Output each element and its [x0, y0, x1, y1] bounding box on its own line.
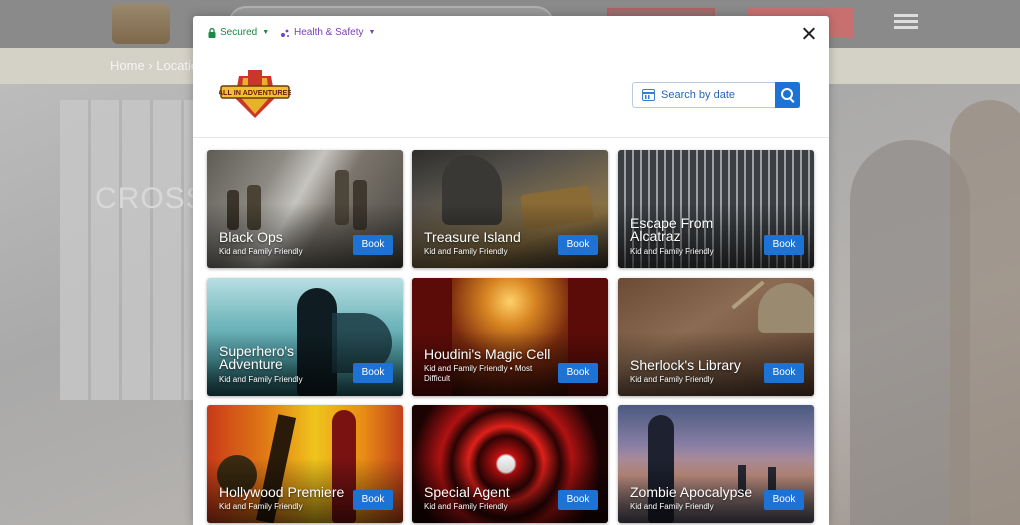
lock-icon	[208, 27, 216, 38]
room-card-zombie-apocalypse[interactable]: Zombie Apocalypse Kid and Family Friendl…	[618, 405, 814, 523]
hero-sign-text: CROSS	[95, 182, 207, 215]
room-title: Escape From Alcatraz	[630, 215, 714, 244]
room-card-houdinis-magic-cell[interactable]: Houdini's Magic Cell Kid and Family Frie…	[412, 278, 608, 396]
brand-logo-text: ALL IN ADVENTURES	[219, 88, 291, 97]
secured-label: Secured	[220, 27, 258, 38]
book-button[interactable]: Book	[764, 363, 804, 383]
close-icon[interactable]	[801, 26, 817, 42]
room-subtitle: Kid and Family Friendly	[424, 502, 508, 511]
room-title: Special Agent	[424, 484, 510, 500]
room-card-hollywood-premiere[interactable]: Hollywood Premiere Kid and Family Friend…	[207, 405, 403, 523]
health-safety-dropdown[interactable]: Health & Safety ▼	[280, 27, 375, 38]
book-button[interactable]: Book	[558, 235, 598, 255]
book-button[interactable]: Book	[353, 490, 393, 510]
booking-modal: Secured ▼ Health & Safety ▼ ALL IN ADVEN…	[193, 16, 829, 525]
room-title: Zombie Apocalypse	[630, 484, 753, 500]
hamburger-menu-icon	[894, 11, 918, 35]
room-subtitle: Kid and Family Friendly	[219, 247, 303, 256]
room-subtitle: Kid and Family Friendly	[630, 247, 714, 256]
caret-down-icon: ▼	[262, 29, 270, 36]
room-subtitle: Kid and Family Friendly • Most Difficult	[424, 364, 533, 383]
room-card-superheros-adventure[interactable]: Superhero's Adventure Kid and Family Fri…	[207, 278, 403, 396]
room-title: Houdini's Magic Cell	[424, 346, 551, 362]
sparkle-icon	[281, 29, 289, 37]
room-title: Sherlock's Library	[630, 357, 741, 373]
site-logo-backdrop	[112, 4, 170, 44]
room-card-treasure-island[interactable]: Treasure Island Kid and Family Friendly …	[412, 150, 608, 268]
room-card-sherlocks-library[interactable]: Sherlock's Library Kid and Family Friend…	[618, 278, 814, 396]
search-button[interactable]	[775, 82, 800, 108]
shield-logo-icon: ALL IN ADVENTURES	[218, 70, 292, 118]
book-button[interactable]: Book	[764, 490, 804, 510]
breadcrumb-text: Home › Locatio	[110, 58, 199, 73]
room-title: Treasure Island	[424, 229, 521, 245]
search-icon	[781, 88, 793, 100]
room-card-special-agent[interactable]: Special Agent Kid and Family Friendly Bo…	[412, 405, 608, 523]
room-title: Hollywood Premiere	[219, 484, 345, 500]
book-button[interactable]: Book	[353, 363, 393, 383]
room-card-black-ops[interactable]: Black Ops Kid and Family Friendly Book	[207, 150, 403, 268]
room-title: Superhero's Adventure	[219, 343, 295, 372]
modal-topbar: Secured ▼ Health & Safety ▼	[193, 16, 829, 50]
divider	[193, 137, 829, 138]
calendar-icon	[642, 89, 655, 101]
room-subtitle: Kid and Family Friendly	[219, 502, 303, 511]
book-button[interactable]: Book	[764, 235, 804, 255]
room-title: Black Ops	[219, 229, 283, 245]
secured-dropdown[interactable]: Secured ▼	[208, 27, 269, 38]
book-button[interactable]: Book	[558, 490, 598, 510]
room-card-escape-from-alcatraz[interactable]: Escape From Alcatraz Kid and Family Frie…	[618, 150, 814, 268]
room-subtitle: Kid and Family Friendly	[630, 375, 714, 384]
room-subtitle: Kid and Family Friendly	[219, 375, 303, 384]
health-safety-label: Health & Safety	[294, 27, 364, 38]
room-subtitle: Kid and Family Friendly	[630, 502, 714, 511]
date-search-input[interactable]	[661, 87, 771, 103]
brand-logo: ALL IN ADVENTURES	[218, 68, 292, 120]
caret-down-icon: ▼	[368, 29, 376, 36]
hero-person-backdrop	[950, 100, 1020, 525]
book-button[interactable]: Book	[558, 363, 598, 383]
room-subtitle: Kid and Family Friendly	[424, 247, 508, 256]
book-button[interactable]: Book	[353, 235, 393, 255]
